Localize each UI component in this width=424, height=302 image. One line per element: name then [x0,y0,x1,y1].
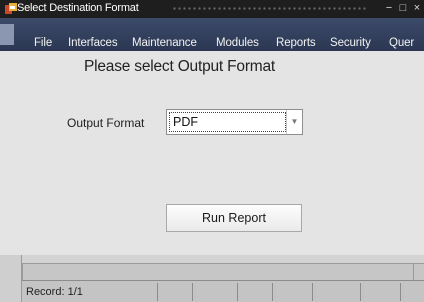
menu-maintenance[interactable]: Maintenance [132,37,197,49]
grid-row [22,263,424,281]
status-separator [237,283,238,301]
title-bar-pattern [172,6,368,12]
menu-bar: File Interfaces Maintenance Modules Repo… [0,18,424,51]
menu-query[interactable]: Quer [389,37,414,49]
record-indicator: Record: 1/1 [26,286,83,298]
chevron-down-icon[interactable]: ▼ [286,110,302,134]
grid-divider [413,264,414,281]
menu-modules[interactable]: Modules [216,37,259,49]
status-separator [312,283,313,301]
minimize-icon[interactable]: − [383,2,395,15]
output-format-label: Output Format [67,116,145,130]
app-icon [5,3,17,15]
page-title: Please select Output Format [84,58,276,75]
menu-interfaces[interactable]: Interfaces [68,37,118,49]
menu-reports[interactable]: Reports [276,37,316,49]
left-edge-panel [0,255,22,302]
run-report-button[interactable]: Run Report [166,204,302,232]
close-icon[interactable]: × [411,2,423,15]
status-separator [192,283,193,301]
window-title: Select Destination Format [17,2,139,14]
status-separator [400,283,401,301]
menu-security[interactable]: Security [330,37,371,49]
application-window: Select Destination Format − □ × File Int… [0,0,424,302]
maximize-icon[interactable]: □ [397,2,409,15]
output-format-value: PDF [173,115,198,129]
menu-file[interactable]: File [34,37,52,49]
menu-bar-handle [0,24,14,45]
title-bar: Select Destination Format − □ × [0,0,424,18]
output-format-select[interactable]: PDF ▼ [166,109,303,135]
status-separator [360,283,361,301]
status-separator [272,283,273,301]
status-separator [157,283,158,301]
status-bar: Record: 1/1 [22,280,424,302]
